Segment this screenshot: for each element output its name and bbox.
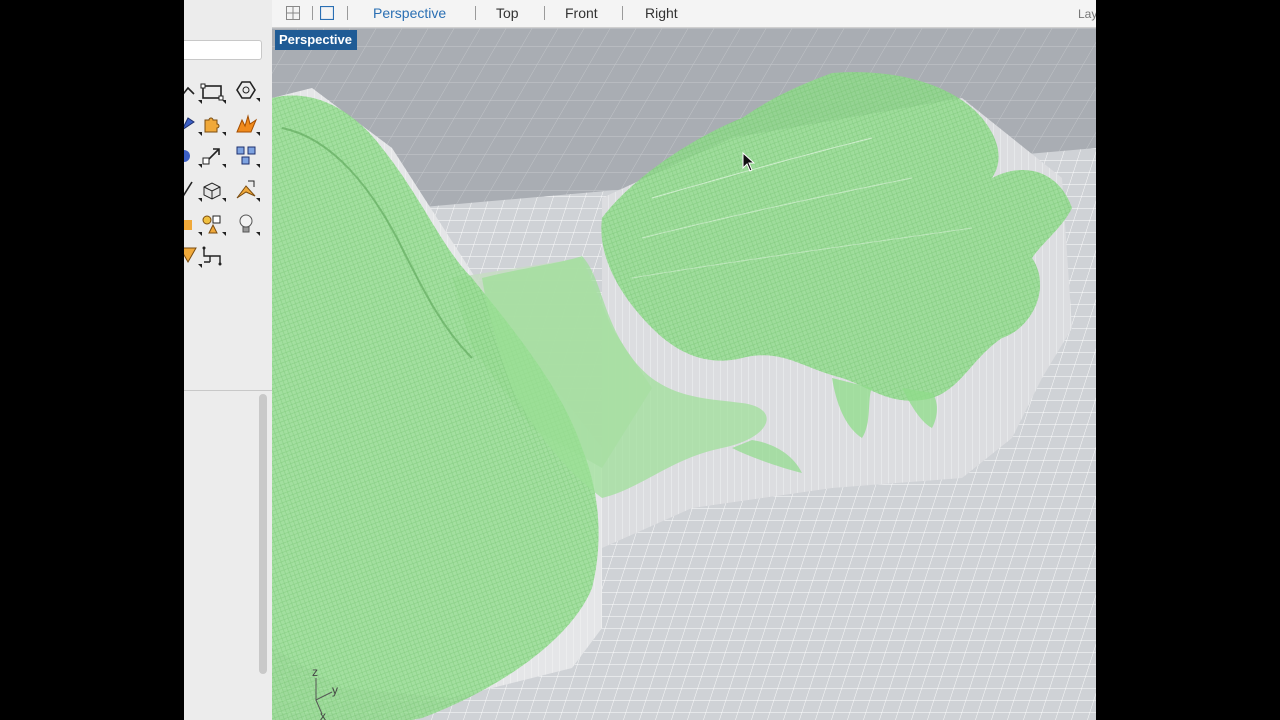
four-viewports-icon[interactable]	[286, 6, 300, 20]
world-axis-icon: z y x	[312, 665, 338, 720]
mouse-cursor-icon	[742, 152, 756, 172]
array-icon[interactable]	[232, 142, 260, 170]
command-input[interactable]	[184, 40, 262, 60]
separator	[347, 6, 348, 20]
tab-top[interactable]: Top	[496, 5, 519, 21]
left-sidebar	[184, 0, 273, 720]
panel-scrollbar[interactable]	[259, 394, 267, 674]
tab-right[interactable]: Right	[645, 5, 678, 21]
group-icon[interactable]	[198, 210, 226, 238]
viewport-tab-bar: Perspective Top Front Right Lay	[272, 0, 1096, 28]
light-bulb-icon[interactable]	[232, 210, 260, 238]
tab-front[interactable]: Front	[565, 5, 598, 21]
tab-perspective[interactable]: Perspective	[373, 5, 446, 21]
extrude-icon[interactable]	[232, 176, 260, 204]
terrain-scene	[272, 28, 1096, 720]
puzzle-piece-icon[interactable]	[198, 110, 226, 138]
separator	[475, 6, 476, 20]
dimension-icon[interactable]	[198, 242, 226, 270]
rectangle-icon[interactable]	[198, 78, 226, 106]
axis-z-label: z	[312, 665, 318, 679]
axis-y-label: y	[332, 683, 338, 697]
explode-icon[interactable]	[232, 110, 260, 138]
axis-x-label: x	[320, 709, 326, 720]
scale-icon[interactable]	[198, 142, 226, 170]
separator	[312, 6, 313, 20]
solid-box-icon[interactable]	[198, 176, 226, 204]
single-viewport-icon[interactable]	[320, 6, 334, 20]
viewport-title[interactable]: Perspective	[275, 30, 357, 50]
rhino-window: Perspective Top Front Right Lay Perspect…	[184, 0, 1096, 720]
polygon-icon[interactable]	[232, 76, 260, 104]
panel-divider	[184, 390, 272, 391]
separator	[544, 6, 545, 20]
separator	[622, 6, 623, 20]
layers-panel-tab[interactable]: Lay	[1078, 7, 1096, 21]
perspective-viewport[interactable]: Perspective z y x	[272, 28, 1096, 720]
